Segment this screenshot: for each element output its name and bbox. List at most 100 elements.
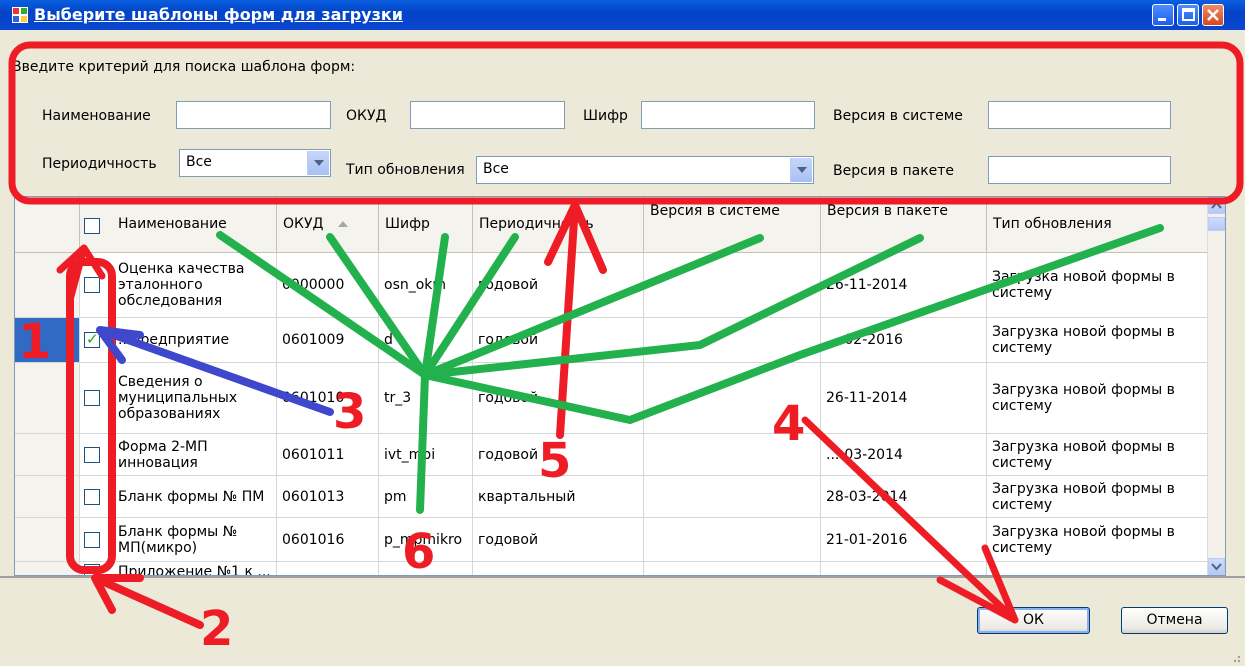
cell-name-text: Сведения о муниципальных образованиях [118,374,238,422]
cell-ver-sys [644,253,821,317]
table-row[interactable]: Бланк формы № МП(микро) 0601016 p_mpmikro г… [15,518,1225,562]
cell-text: ivt_mpi [384,446,436,463]
cell-period: годовой [473,253,644,317]
header-name-label: Наименование [118,216,227,232]
cell-code: d [379,318,473,362]
cell-ver-sys [644,318,821,362]
cell-text: 28-03-2014 [826,488,908,505]
cell-name-text: Бланк формы № МП(микро) [118,523,238,556]
arrow-2 [91,574,204,629]
cell-okud: 0601009 [277,318,379,362]
maximize-button[interactable] [1177,4,1199,26]
annotation-number-6: 6 [402,524,436,580]
update-type-select[interactable]: Все [476,156,814,184]
ok-button[interactable]: ОК [977,607,1090,634]
cell-okud: 0000000 [277,253,379,317]
periodicity-select[interactable]: Все [179,149,331,177]
version-package-input[interactable] [988,156,1171,184]
cell-text: Загрузка новой формы в систему [992,324,1175,356]
row-header [15,363,80,433]
table-row[interactable]: Сведения о муниципальных образованиях 060… [15,363,1225,434]
cell-okud: 0601013 [277,476,379,517]
cell-ver-pkg: ...-02-2016 [821,318,987,362]
scroll-down-button[interactable] [1208,558,1225,575]
cell-text: 0000000 [282,277,345,293]
row-checkbox[interactable] [84,330,100,348]
header-code-label: Шифр [385,216,430,232]
cell-text: Загрузка новой формы в систему [992,523,1175,556]
code-input[interactable] [641,101,815,129]
cell-code: osn_okm [379,253,473,317]
cell-text: 21-01-2016 [826,531,908,548]
row-header [15,476,80,517]
window-title: Выберите шаблоны форм для загрузки [34,5,403,24]
header-code[interactable]: Шифр [379,197,473,252]
vertical-scrollbar[interactable] [1207,197,1225,575]
name-input[interactable] [176,101,331,129]
cell-code: ivt_mpi [379,434,473,475]
header-periodicity[interactable]: Периодичность [473,197,644,252]
row-checkbox[interactable] [84,446,100,463]
table-row[interactable]: Приложение №1 к ... [15,562,1225,576]
sort-ascending-icon [338,221,348,227]
cell-text: квартальный [478,488,576,505]
cell-text: годовой [478,332,539,348]
table-row[interactable]: ...предприятие 0601009 d годовой ...-02-2016… [15,318,1225,363]
cancel-button[interactable]: Отмена [1121,607,1228,634]
cell-text: Загрузка новой формы в систему [992,438,1175,471]
name-label: Наименование [42,108,151,124]
row-checkbox[interactable] [84,564,100,575]
grid-header: Наименование ОКУД Шифр Периодичность Вер… [15,197,1225,253]
select-all-checkbox[interactable] [84,218,100,234]
table-row[interactable]: Оценка качества эталонного обследования 0… [15,253,1225,318]
cell-name-text: Приложение №1 к ... [118,564,271,576]
header-version-system[interactable]: Версия в системе [644,197,821,252]
cell-text: Загрузка новой формы в систему [992,382,1175,414]
row-checkbox[interactable] [84,277,100,293]
header-name[interactable]: Наименование [80,197,277,252]
scroll-up-button[interactable] [1208,197,1225,214]
header-okud[interactable]: ОКУД [277,197,379,252]
cell-ver-sys [644,562,821,575]
annotation-number-1: 1 [18,314,52,370]
row-checkbox[interactable] [84,531,100,548]
cell-update: Загрузка новой формы в систему [987,434,1208,475]
cell-text: 0601011 [282,446,345,463]
cell-text: 26-11-2014 [826,390,908,406]
cell-update: Загрузка новой формы в систему [987,253,1208,317]
cell-ver-pkg: 21-01-2016 [821,518,987,561]
cell-update: Загрузка новой формы в систему [987,363,1208,433]
maximize-icon [1182,8,1195,21]
scroll-thumb[interactable] [1208,217,1225,231]
cell-name: Оценка качества эталонного обследования [80,253,277,317]
resize-grip-icon[interactable] [1228,650,1242,664]
okud-input[interactable] [410,101,565,129]
cell-code: tr_3 [379,363,473,433]
row-checkbox[interactable] [84,488,100,505]
header-version-system-label: Версия в системе [650,203,780,219]
version-system-label: Версия в системе [833,108,963,124]
header-version-package[interactable]: Версия в пакете [821,197,987,252]
row-header [15,562,80,575]
cell-ver-pkg: ...-03-2014 [821,434,987,475]
close-icon [1207,9,1219,21]
header-update-type[interactable]: Тип обновления [987,197,1208,252]
cell-okud: 0601016 [277,518,379,561]
version-system-input[interactable] [988,101,1171,129]
cell-ver-pkg: 28-03-2014 [821,476,987,517]
row-header [15,518,80,561]
cell-name: Приложение №1 к ... [80,562,277,576]
title-bar[interactable]: Выберите шаблоны форм для загрузки [0,0,1245,30]
close-button[interactable] [1202,4,1224,26]
chevron-down-icon[interactable] [790,158,812,182]
cell-text: годовой [478,390,539,406]
table-row[interactable]: Форма 2-МП инновация 0601011 ivt_mpi годово… [15,434,1225,476]
cell-update [987,562,1208,575]
cell-text: годовой [478,531,539,548]
cell-code: pm [379,476,473,517]
minimize-button[interactable] [1152,4,1174,26]
row-header [15,253,80,317]
table-row[interactable]: Бланк формы № ПМ 0601013 pm квартальный 28-0… [15,476,1225,518]
row-checkbox[interactable] [84,390,100,406]
chevron-down-icon[interactable] [307,151,329,175]
